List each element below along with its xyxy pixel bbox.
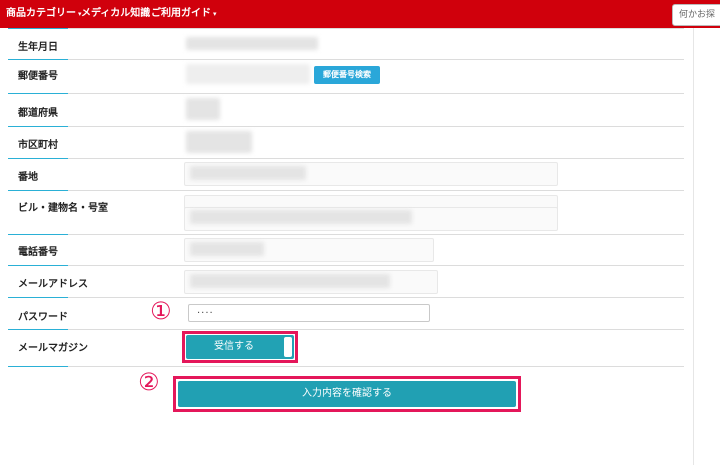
newsletter-toggle[interactable]: 受信する (186, 335, 294, 359)
newsletter-toggle-label: 受信する (214, 341, 254, 352)
row-divider (8, 28, 684, 29)
annotation-marker-1: ① (150, 297, 172, 325)
row-divider (8, 59, 684, 60)
confirm-input-button[interactable]: 入力内容を確認する (178, 381, 516, 407)
nav-item-label: 商品カテゴリー (6, 8, 76, 19)
label-zip: 郵便番号 (18, 71, 58, 82)
label-password: パスワード (18, 312, 68, 323)
row-divider (8, 93, 684, 94)
row-divider (8, 366, 684, 367)
row-divider (8, 329, 684, 330)
prefecture-field-redacted[interactable] (186, 98, 220, 120)
annotation-marker-2: ② (138, 368, 160, 396)
label-birthdate: 生年月日 (18, 42, 58, 53)
label-building: ビル・建物名・号室 (18, 203, 108, 214)
row-divider (8, 190, 684, 191)
row-divider (8, 126, 684, 127)
label-prefecture: 都道府県 (18, 108, 58, 119)
nav-item-user-guide[interactable]: ご利用ガイド ▾ (151, 0, 217, 28)
nav-item-medical-knowledge[interactable]: メディカル知識 (81, 0, 150, 28)
phone-value-redacted (190, 242, 264, 256)
search-input[interactable]: 何かお探 (672, 4, 720, 26)
email-value-redacted (190, 274, 390, 288)
label-city: 市区町村 (18, 140, 58, 151)
label-email: メールアドレス (18, 279, 88, 290)
nav-item-label: メディカル知識 (81, 8, 151, 19)
building-value-redacted (190, 210, 412, 224)
label-phone: 電話番号 (18, 247, 58, 258)
zip-field-redacted[interactable] (186, 64, 310, 84)
chevron-down-icon: ▾ (213, 10, 217, 18)
street-value-redacted (190, 166, 306, 180)
birthdate-field-redacted[interactable] (186, 37, 318, 50)
label-street: 番地 (18, 172, 38, 183)
nav-item-label: ご利用ガイド (151, 8, 211, 19)
zip-search-button[interactable]: 郵便番号検索 (314, 66, 380, 84)
toggle-knob (284, 337, 292, 357)
city-field-redacted[interactable] (186, 131, 252, 153)
password-input[interactable]: ···· (188, 304, 430, 322)
label-newsletter: メールマガジン (18, 343, 88, 354)
row-divider (8, 158, 684, 159)
right-column-divider (693, 28, 694, 465)
row-divider (8, 265, 684, 266)
nav-item-product-category[interactable]: 商品カテゴリー ▾ (6, 0, 82, 28)
row-divider (8, 297, 684, 298)
top-nav-bar: 商品カテゴリー ▾ メディカル知識 ご利用ガイド ▾ 何かお探 (0, 0, 720, 28)
row-divider (8, 234, 684, 235)
